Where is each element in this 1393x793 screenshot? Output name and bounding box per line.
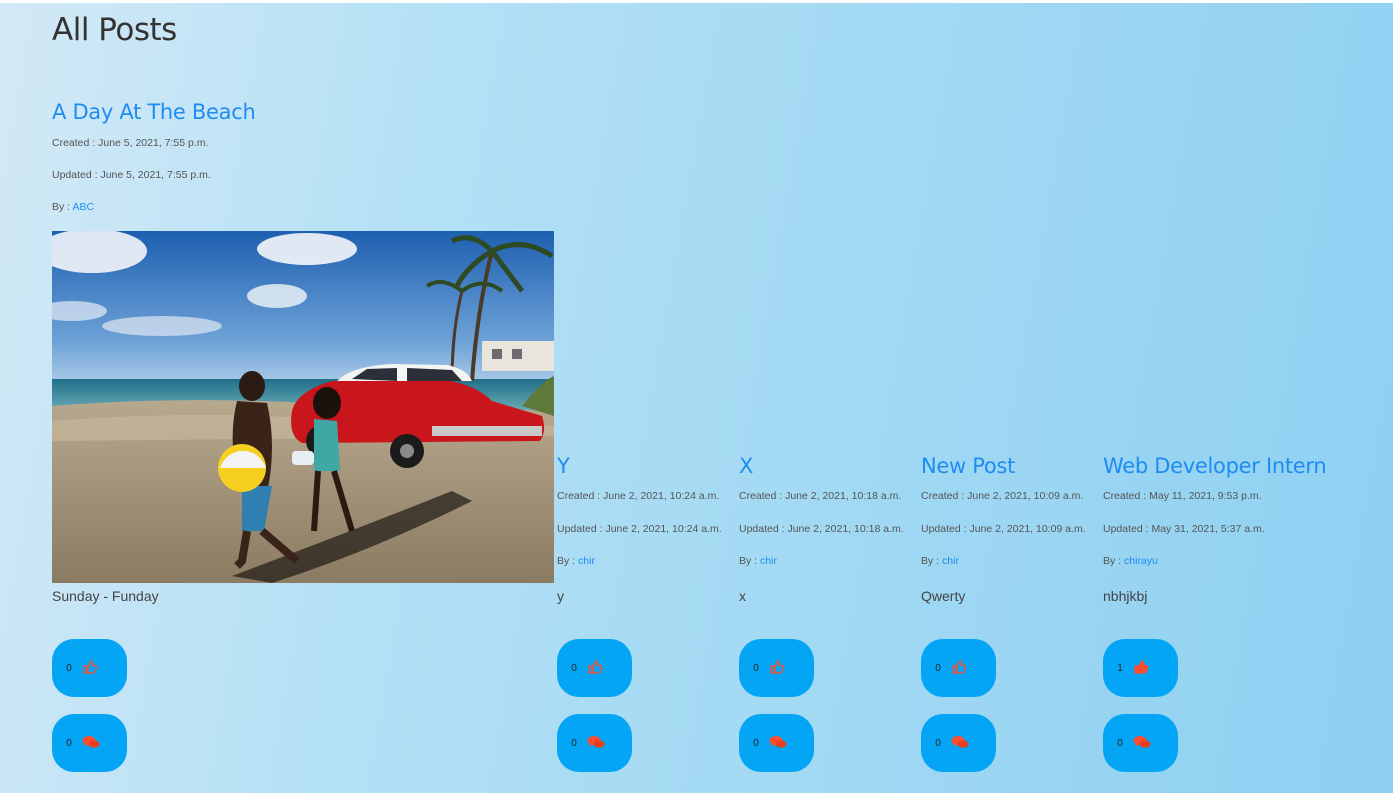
post-image [52, 231, 554, 583]
by-label: By : [739, 555, 761, 567]
post-created: Created : June 2, 2021, 10:24 a.m. [557, 490, 720, 502]
post-title-link[interactable]: X [739, 454, 919, 478]
comment-bubbles-icon [76, 735, 100, 752]
like-button[interactable]: 0 [557, 639, 632, 697]
post-created: Created : June 2, 2021, 10:18 a.m. [739, 490, 902, 502]
post-title-link[interactable]: Web Developer Intern [1103, 454, 1353, 478]
comment-button[interactable]: 0 [921, 714, 996, 772]
thumbs-up-icon [581, 659, 603, 678]
post-created: Created : May 11, 2021, 9:53 p.m. [1103, 490, 1262, 502]
post-body: x [739, 588, 746, 604]
post-body: y [557, 588, 564, 604]
post-created: Created : June 5, 2021, 7:55 p.m. [52, 137, 209, 149]
post-body: nbhjkbj [1103, 588, 1148, 604]
like-count: 0 [66, 662, 72, 674]
post-updated: Updated : June 2, 2021, 10:09 a.m. [921, 523, 1086, 535]
post-author-line: By : chir [557, 555, 595, 568]
like-button[interactable]: 0 [921, 639, 996, 697]
author-link[interactable]: chir [942, 555, 959, 567]
post-updated: Updated : June 5, 2021, 7:55 p.m. [52, 169, 211, 181]
post-title-link[interactable]: New Post [921, 454, 1101, 478]
author-link[interactable]: ABC [72, 201, 94, 213]
by-label: By : [52, 201, 73, 213]
like-count: 0 [935, 662, 941, 674]
top-border [0, 0, 1393, 3]
post-updated: Updated : June 2, 2021, 10:24 a.m. [557, 523, 722, 535]
comment-count: 0 [1117, 737, 1123, 749]
comment-count: 0 [935, 737, 941, 749]
comment-button[interactable]: 0 [739, 714, 814, 772]
like-button[interactable]: 0 [52, 639, 127, 697]
like-count: 1 [1117, 662, 1123, 674]
post-card: A Day At The Beach Created : June 5, 202… [52, 100, 562, 780]
comment-bubbles-icon [1127, 735, 1151, 752]
post-author-line: By : chir [739, 555, 777, 568]
like-count: 0 [753, 662, 759, 674]
comment-count: 0 [571, 737, 577, 749]
comment-count: 0 [66, 737, 72, 749]
post-body: Qwerty [921, 588, 966, 604]
page-title: All Posts [52, 12, 177, 48]
comment-bubbles-icon [945, 735, 969, 752]
by-label: By : [921, 555, 943, 567]
thumbs-up-icon [1127, 659, 1149, 678]
post-card: New Post Created : June 2, 2021, 10:09 a… [921, 454, 1101, 784]
post-updated: Updated : May 31, 2021, 5:37 a.m. [1103, 523, 1265, 535]
comment-bubbles-icon [581, 735, 605, 752]
post-title-link[interactable]: Y [557, 454, 737, 478]
post-card: Y Created : June 2, 2021, 10:24 a.m. Upd… [557, 454, 737, 784]
thumbs-up-icon [945, 659, 967, 678]
thumbs-up-icon [763, 659, 785, 678]
like-button[interactable]: 0 [739, 639, 814, 697]
comment-button[interactable]: 0 [557, 714, 632, 772]
post-created: Created : June 2, 2021, 10:09 a.m. [921, 490, 1084, 502]
by-label: By : [1103, 555, 1125, 567]
post-author-line: By : chirayu [1103, 555, 1158, 568]
thumbs-up-icon [76, 659, 98, 678]
post-updated: Updated : June 2, 2021, 10:18 a.m. [739, 523, 904, 535]
like-count: 0 [571, 662, 577, 674]
author-link[interactable]: chir [760, 555, 777, 567]
post-author-line: By : chir [921, 555, 959, 568]
author-link[interactable]: chirayu [1124, 555, 1158, 567]
comment-bubbles-icon [763, 735, 787, 752]
post-author-line: By : ABC [52, 201, 94, 214]
comment-button[interactable]: 0 [1103, 714, 1178, 772]
author-link[interactable]: chir [578, 555, 595, 567]
post-body: Sunday - Funday [52, 588, 159, 604]
post-card: X Created : June 2, 2021, 10:18 a.m. Upd… [739, 454, 919, 784]
post-card: Web Developer Intern Created : May 11, 2… [1103, 454, 1353, 784]
comment-button[interactable]: 0 [52, 714, 127, 772]
like-button[interactable]: 1 [1103, 639, 1178, 697]
by-label: By : [557, 555, 579, 567]
post-title-link[interactable]: A Day At The Beach [52, 100, 562, 124]
comment-count: 0 [753, 737, 759, 749]
